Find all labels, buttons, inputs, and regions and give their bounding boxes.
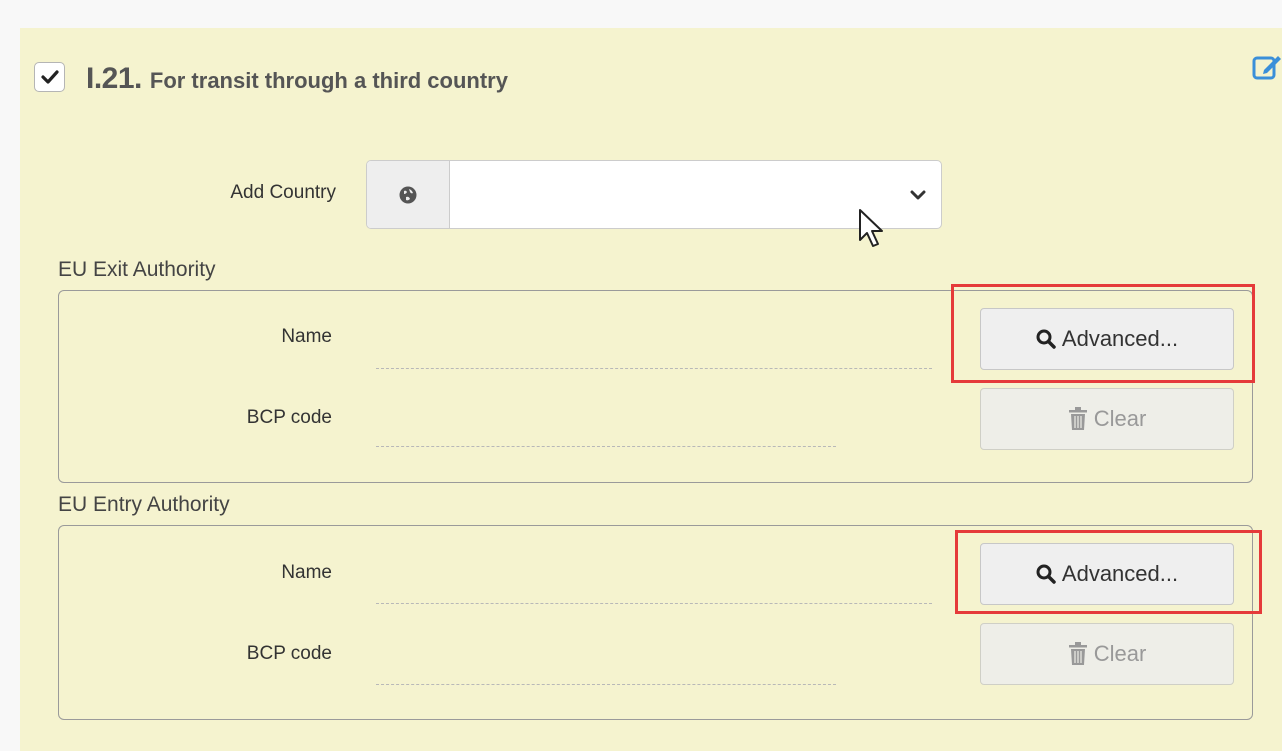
entry-bcp-field xyxy=(376,684,836,685)
mouse-cursor-icon xyxy=(856,208,892,252)
entry-clear-label: Clear xyxy=(1093,641,1147,666)
checkmark-icon xyxy=(40,70,59,84)
edit-icon[interactable] xyxy=(1252,52,1282,82)
trash-icon xyxy=(1068,642,1088,666)
entry-bcp-label: BCP code xyxy=(246,643,332,664)
exit-clear-label: Clear xyxy=(1093,406,1147,431)
section-number: I.21. xyxy=(86,62,142,95)
exit-advanced-highlight xyxy=(951,284,1255,383)
exit-name-label: Name xyxy=(281,326,332,347)
entry-authority-title: EU Entry Authority xyxy=(58,493,230,516)
section-label: For transit through a third country xyxy=(149,68,508,93)
trash-icon xyxy=(1068,407,1088,431)
exit-authority-title: EU Exit Authority xyxy=(58,258,216,281)
exit-clear-button[interactable]: Clear xyxy=(980,388,1234,450)
entry-clear-button[interactable]: Clear xyxy=(980,623,1234,685)
exit-name-field xyxy=(376,368,932,369)
entry-name-field xyxy=(376,603,932,604)
globe-icon xyxy=(399,186,417,203)
entry-name-label: Name xyxy=(281,562,332,583)
chevron-down-icon[interactable] xyxy=(895,161,941,228)
exit-bcp-label: BCP code xyxy=(246,407,332,428)
entry-advanced-highlight xyxy=(955,530,1262,614)
section-title: I.21. For transit through a third countr… xyxy=(86,62,508,96)
globe-addon xyxy=(367,161,450,228)
add-country-label: Add Country xyxy=(230,182,336,203)
country-select-value xyxy=(450,161,895,228)
section-checkbox[interactable] xyxy=(34,62,65,92)
exit-bcp-field xyxy=(376,446,836,447)
